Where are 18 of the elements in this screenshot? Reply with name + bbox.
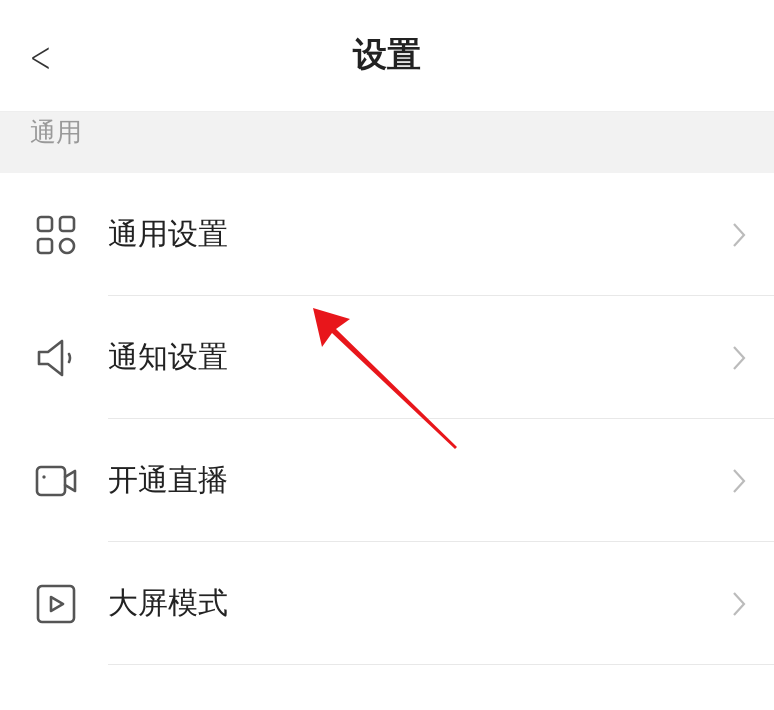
settings-row[interactable]: 通知设置 [0,296,774,419]
row-label: 大屏模式 [108,585,228,623]
back-button[interactable]: < [29,36,52,80]
row-label: 通知设置 [108,339,228,377]
chevron-icon [732,468,746,494]
settings-row[interactable]: 开通直播 [0,419,774,542]
chevron-icon [732,590,746,616]
chevron-icon [732,344,746,370]
video-camera-icon [35,462,77,498]
row-label: 通用设置 [108,216,228,254]
row-label: 开通直播 [108,462,228,500]
grid-icon [36,214,76,254]
settings-row[interactable]: 大屏模式 [0,542,774,665]
play-icon [36,584,76,624]
section-label: 通用 [30,118,82,148]
chevron-icon [732,222,746,248]
settings-row[interactable]: 通用设置 [0,173,774,296]
page-title: 设置 [353,34,421,77]
